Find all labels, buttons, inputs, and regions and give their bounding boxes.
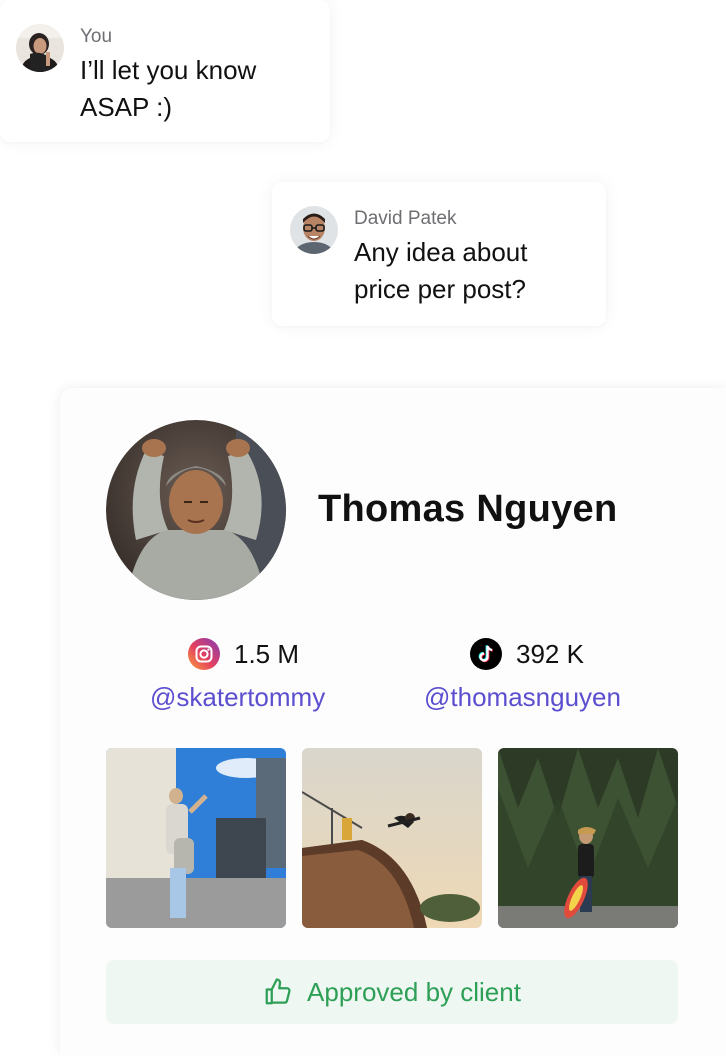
avatar [290, 206, 338, 254]
thumbs-up-icon [263, 977, 293, 1007]
profile-photo [106, 420, 286, 600]
instagram-stat: 1.5 M [188, 638, 299, 670]
sender-name: You [80, 26, 113, 47]
content-thumbnail[interactable] [498, 748, 678, 928]
tiktok-icon [470, 638, 502, 670]
instagram-handle-link[interactable]: @skatertommy [150, 682, 325, 713]
message-bubble-david: David Patek Any idea about price per pos… [272, 182, 606, 326]
message-text: I’ll let you know ASAP :) [80, 55, 257, 122]
message-text: Any idea about price per post? [354, 237, 528, 304]
instagram-followers: 1.5 M [234, 638, 300, 669]
approved-label: Approved by client [307, 976, 521, 1007]
influencer-profile-card[interactable]: Thomas Nguyen 1.5 M 392 K @skatertommy @… [60, 388, 726, 1056]
instagram-icon [188, 638, 220, 670]
influencer-name: Thomas Nguyen [318, 488, 618, 530]
content-thumbnail[interactable] [106, 748, 286, 928]
sender-name: David Patek [354, 208, 457, 229]
avatar [16, 24, 64, 72]
approved-status-banner: Approved by client [106, 960, 678, 1024]
tiktok-stat: 392 K [470, 638, 584, 670]
tiktok-handle-link[interactable]: @thomasnguyen [424, 682, 621, 713]
content-thumbnail[interactable] [302, 748, 482, 928]
message-bubble-you: You I’ll let you know ASAP :) [0, 0, 330, 142]
tiktok-followers: 392 K [516, 638, 584, 669]
